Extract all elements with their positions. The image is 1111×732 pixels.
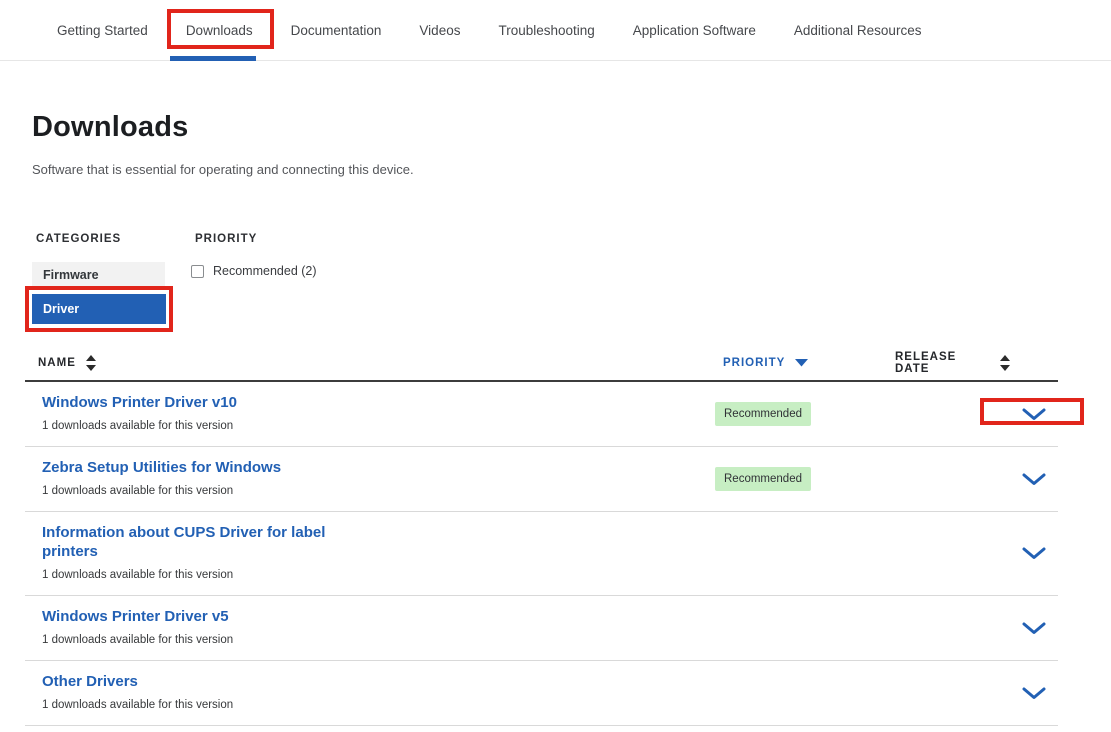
priority-label: PRIORITY xyxy=(195,233,317,245)
tab-additional-resources[interactable]: Additional Resources xyxy=(794,0,922,60)
tab-label: Troubleshooting xyxy=(498,23,594,38)
tab-label: Documentation xyxy=(291,23,382,38)
annotation-red-box xyxy=(167,9,274,49)
release-date-cell xyxy=(895,382,1010,446)
download-subtitle: 1 downloads available for this version xyxy=(42,699,715,712)
chevron-down-icon[interactable] xyxy=(1022,547,1046,560)
priority-header-label: PRIORITY xyxy=(723,357,785,369)
download-title-link[interactable]: Windows Printer Driver v5 xyxy=(42,607,362,626)
column-header-priority[interactable]: PRIORITY xyxy=(715,345,895,380)
tab-label: Getting Started xyxy=(57,23,148,38)
recommended-badge: Recommended xyxy=(715,402,811,426)
chevron-down-icon[interactable] xyxy=(1022,687,1046,700)
name-cell: Information about CUPS Driver for label … xyxy=(25,512,715,595)
release-date-cell xyxy=(895,512,1010,595)
column-header-release-date[interactable]: RELEASE DATE xyxy=(895,345,1010,380)
tab-label: Application Software xyxy=(633,23,756,38)
download-subtitle: 1 downloads available for this version xyxy=(42,420,715,433)
name-cell: Other Drivers 1 downloads available for … xyxy=(25,661,715,725)
priority-cell xyxy=(715,661,895,725)
recommended-badge: Recommended xyxy=(715,467,811,491)
download-title-link[interactable]: Information about CUPS Driver for label … xyxy=(42,523,362,561)
download-title-link[interactable]: Other Drivers xyxy=(42,672,362,691)
tab-troubleshooting[interactable]: Troubleshooting xyxy=(498,0,594,60)
table-row: Other Drivers 1 downloads available for … xyxy=(25,661,1058,726)
recommended-checkbox-label: Recommended (2) xyxy=(213,264,317,278)
column-header-name[interactable]: NAME xyxy=(25,345,715,380)
tab-getting-started[interactable]: Getting Started xyxy=(57,0,148,60)
download-subtitle: 1 downloads available for this version xyxy=(42,634,715,647)
download-subtitle: 1 downloads available for this version xyxy=(42,485,715,498)
page-title: Downloads xyxy=(32,111,1111,144)
table-row: Windows Printer Driver v10 1 downloads a… xyxy=(25,382,1058,447)
name-cell: Windows Printer Driver v5 1 downloads av… xyxy=(25,596,715,660)
category-option-firmware[interactable]: Firmware xyxy=(32,262,165,289)
nav-tabs: Getting Started Downloads Documentation … xyxy=(0,0,1111,60)
priority-cell xyxy=(715,596,895,660)
release-date-cell xyxy=(895,661,1010,725)
priority-cell: Recommended xyxy=(715,447,895,511)
category-option-driver[interactable]: Driver xyxy=(32,294,166,324)
chevron-cell xyxy=(1010,596,1058,660)
recommended-checkbox[interactable] xyxy=(191,265,204,278)
chevron-cell xyxy=(1010,447,1058,511)
chevron-cell xyxy=(1010,661,1058,725)
tab-label: Videos xyxy=(419,23,460,38)
priority-cell xyxy=(715,512,895,595)
category-option-label: Driver xyxy=(43,302,79,316)
sort-icon[interactable] xyxy=(86,355,96,371)
table-row: Information about CUPS Driver for label … xyxy=(25,512,1058,596)
table-body: Windows Printer Driver v10 1 downloads a… xyxy=(25,382,1058,726)
name-header-label: NAME xyxy=(38,357,76,369)
chevron-cell xyxy=(1010,382,1058,446)
sort-desc-icon[interactable] xyxy=(795,359,808,367)
tab-downloads[interactable]: Downloads xyxy=(186,0,253,60)
table-row: Zebra Setup Utilities for Windows 1 down… xyxy=(25,447,1058,512)
recommended-filter-row: Recommended (2) xyxy=(191,264,317,278)
category-option-label: Firmware xyxy=(43,268,99,282)
name-cell: Windows Printer Driver v10 1 downloads a… xyxy=(25,382,715,446)
sort-icon[interactable] xyxy=(1000,355,1010,371)
main-content: Downloads Software that is essential for… xyxy=(0,111,1111,333)
download-title-link[interactable]: Windows Printer Driver v10 xyxy=(42,393,362,412)
table-header-row: NAME PRIORITY RELEASE DATE xyxy=(25,345,1058,382)
tab-bar: Getting Started Downloads Documentation … xyxy=(0,0,1111,61)
tab-application-software[interactable]: Application Software xyxy=(633,0,756,60)
release-date-header-label: RELEASE DATE xyxy=(895,351,990,375)
priority-cell: Recommended xyxy=(715,382,895,446)
chevron-down-icon[interactable] xyxy=(1022,408,1046,421)
page-subtitle: Software that is essential for operating… xyxy=(32,162,1111,177)
release-date-cell xyxy=(895,596,1010,660)
download-title-link[interactable]: Zebra Setup Utilities for Windows xyxy=(42,458,362,477)
name-cell: Zebra Setup Utilities for Windows 1 down… xyxy=(25,447,715,511)
chevron-down-icon[interactable] xyxy=(1022,622,1046,635)
downloads-table: NAME PRIORITY RELEASE DATE Windows Print… xyxy=(25,345,1058,726)
tab-label: Additional Resources xyxy=(794,23,922,38)
download-subtitle: 1 downloads available for this version xyxy=(42,569,715,582)
priority-filter: PRIORITY Recommended (2) xyxy=(191,233,317,278)
category-options: Firmware Driver xyxy=(32,262,180,324)
chevron-down-icon[interactable] xyxy=(1022,473,1046,486)
active-tab-underline xyxy=(170,56,256,61)
chevron-cell xyxy=(1010,512,1058,595)
filters-section: CATEGORIES Firmware Driver PRIORITY Reco… xyxy=(32,233,1111,333)
release-date-cell xyxy=(895,447,1010,511)
table-row: Windows Printer Driver v5 1 downloads av… xyxy=(25,596,1058,661)
tab-documentation[interactable]: Documentation xyxy=(291,0,382,60)
tab-videos[interactable]: Videos xyxy=(419,0,460,60)
